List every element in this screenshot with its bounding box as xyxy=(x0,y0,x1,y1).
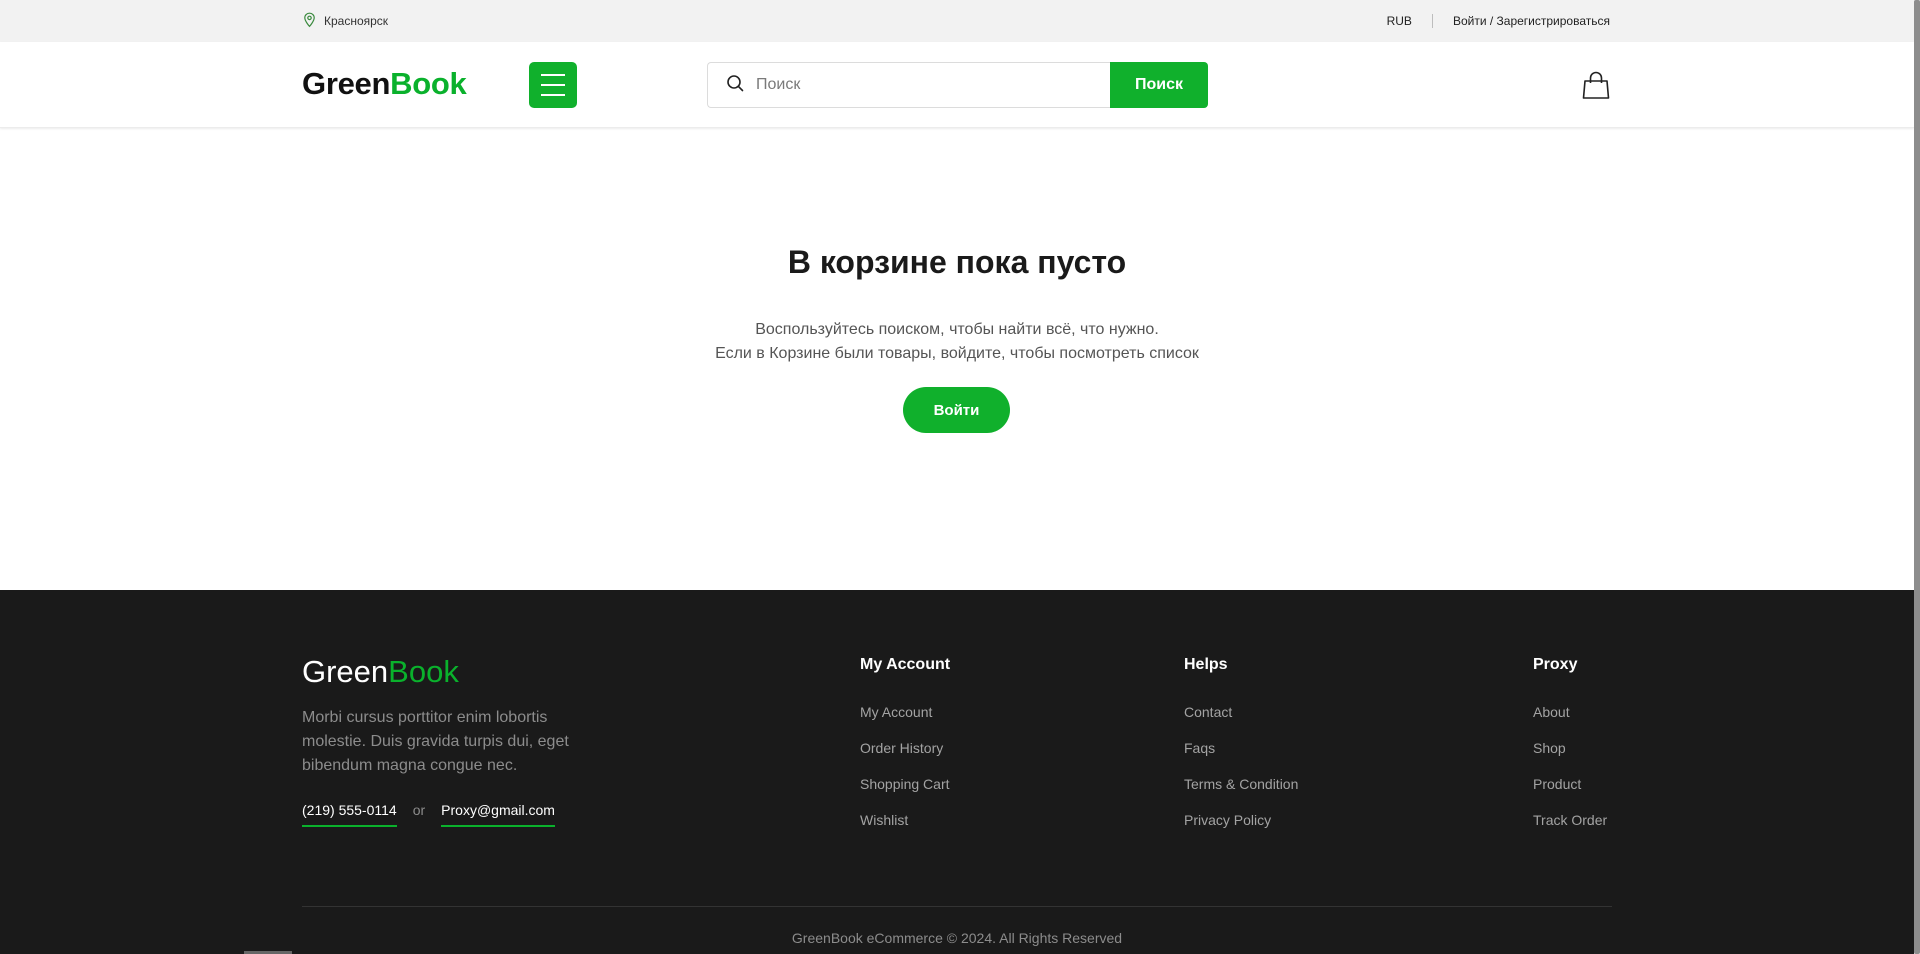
footer-contacts: (219) 555-0114 or Proxy@gmail.com xyxy=(302,802,555,827)
footer-link[interactable]: Shop xyxy=(1533,739,1607,775)
footer-link[interactable]: Terms & Condition xyxy=(1184,775,1298,811)
description-line: Если в Корзине были товары, войдите, что… xyxy=(715,345,1199,362)
empty-cart-section: В корзине пока пусто Воспользуйтесь поис… xyxy=(0,128,1914,590)
top-bar: Красноярск RUB Войти / Зарегистрироватьс… xyxy=(0,0,1914,42)
login-button[interactable]: Войти xyxy=(903,387,1010,433)
map-pin-icon xyxy=(302,12,317,31)
vertical-scrollbar[interactable] xyxy=(1914,0,1920,954)
footer-column-title: My Account xyxy=(860,656,951,673)
hamburger-icon-line xyxy=(541,74,565,76)
footer-link[interactable]: Contact xyxy=(1184,703,1298,739)
footer-link[interactable]: Faqs xyxy=(1184,739,1298,775)
footer-divider xyxy=(302,906,1612,907)
divider xyxy=(1431,14,1433,28)
description-line: Воспользуйтесь поиском, чтобы найти всё,… xyxy=(755,321,1159,338)
footer: GreenBook Morbi cursus porttitor enim lo… xyxy=(0,590,1914,954)
login-register-link[interactable]: Войти / Зарегистрироваться xyxy=(1453,14,1610,28)
search-icon xyxy=(726,74,744,97)
hamburger-icon-line xyxy=(541,84,565,86)
footer-link[interactable]: Product xyxy=(1533,775,1607,811)
copyright: GreenBook eCommerce © 2024. All Rights R… xyxy=(791,930,1123,946)
scrollbar-thumb[interactable] xyxy=(1914,0,1920,954)
location-label: Красноярск xyxy=(324,14,389,28)
footer-about-text: Morbi cursus porttitor enim lobortis mol… xyxy=(302,709,569,774)
menu-button[interactable] xyxy=(529,62,577,108)
logo[interactable]: GreenBook xyxy=(302,66,467,102)
footer-column-title: Helps xyxy=(1184,656,1228,673)
currency-selector[interactable]: RUB xyxy=(1387,14,1412,28)
location-selector[interactable]: Красноярск xyxy=(302,0,388,42)
footer-column-title: Proxy xyxy=(1533,656,1578,673)
cart-button[interactable] xyxy=(1582,70,1610,100)
hamburger-icon-line xyxy=(541,94,565,96)
footer-column-helps: Helps Contact Faqs Terms & Condition Pri… xyxy=(1184,656,1298,847)
footer-link[interactable]: Track Order xyxy=(1533,811,1607,847)
search-button[interactable]: Поиск xyxy=(1110,62,1208,108)
header: GreenBook Поиск xyxy=(0,42,1914,128)
footer-link[interactable]: Shopping Cart xyxy=(860,775,950,811)
footer-column-my-account: My Account My Account Order History Shop… xyxy=(860,656,950,847)
footer-link[interactable]: Order History xyxy=(860,739,950,775)
search-input[interactable] xyxy=(754,75,1094,95)
footer-link[interactable]: About xyxy=(1533,703,1607,739)
email-link[interactable]: Proxy@gmail.com xyxy=(441,802,555,827)
search-field xyxy=(707,62,1110,108)
logo-text-book: Book xyxy=(390,66,467,101)
page: Красноярск RUB Войти / Зарегистрироватьс… xyxy=(0,0,1920,954)
footer-link[interactable]: Privacy Policy xyxy=(1184,811,1298,847)
footer-link[interactable]: Wishlist xyxy=(860,811,950,847)
logo-text-green: Green xyxy=(302,66,391,101)
or-separator: or xyxy=(412,802,426,818)
search-bar: Поиск xyxy=(707,62,1208,108)
logo-text-green: Green xyxy=(302,654,389,689)
footer-logo[interactable]: GreenBook xyxy=(302,654,459,690)
footer-column-proxy: Proxy About Shop Product Track Order xyxy=(1533,656,1607,847)
shopping-bag-icon xyxy=(1582,71,1610,104)
empty-cart-description: Воспользуйтесь поиском, чтобы найти всё,… xyxy=(0,318,1914,366)
page-title: В корзине пока пусто xyxy=(787,244,1127,280)
top-bar-right: RUB Войти / Зарегистрироваться xyxy=(1387,0,1610,42)
logo-text-book: Book xyxy=(388,654,459,689)
phone-link[interactable]: (219) 555-0114 xyxy=(302,802,397,827)
footer-link[interactable]: My Account xyxy=(860,703,950,739)
